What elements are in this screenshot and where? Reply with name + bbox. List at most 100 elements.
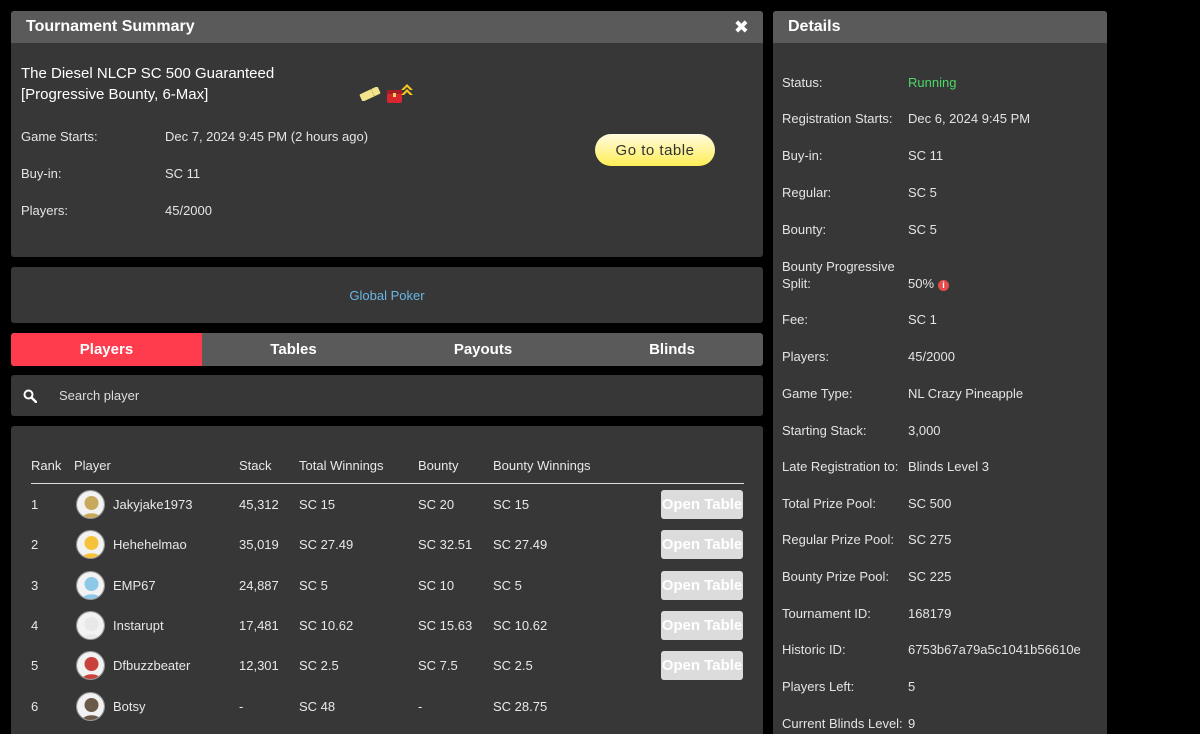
table-row: 4 Instarupt 17,481 SC 10.62 SC 15.63 SC 10.62… (31, 606, 744, 646)
players-value: 45/2000 (165, 203, 212, 218)
detail-value-text: 5 (908, 679, 916, 694)
game-starts-row: Game Starts: Dec 7, 2024 9:45 PM (2 hours… (21, 129, 368, 144)
header-bounty-winnings[interactable]: Bounty Winnings (493, 458, 591, 473)
detail-value: SC 275 (908, 531, 951, 548)
detail-label: Buy-in: (782, 148, 823, 163)
cell-total-winnings: SC 2.5 (299, 658, 339, 674)
buyin-row: Buy-in: SC 11 (21, 166, 200, 181)
open-table-button[interactable]: Open Table (661, 651, 743, 681)
cell-rank: 1 (31, 497, 39, 512)
table-row: 2 Hehehelmao 35,019 SC 27.49 SC 32.51 SC 27.4… (31, 525, 744, 565)
buyin-label: Buy-in: (21, 166, 62, 181)
provider-panel: Global Poker (11, 267, 763, 323)
cell-bounty: SC 20 (418, 497, 455, 512)
cell-total-winnings: SC 5 (299, 577, 328, 593)
open-table-button[interactable]: Open Table (661, 570, 743, 600)
cell-bounty: SC 15.63 (418, 617, 473, 633)
detail-value: SC 225 (908, 568, 951, 585)
summary-header: Tournament Summary ✖ (11, 11, 763, 43)
header-player[interactable]: Player (74, 458, 111, 473)
tournament-title-line2: [Progressive Bounty, 6-Max] (21, 86, 209, 103)
cell-bounty-winnings: SC 5 (493, 577, 522, 593)
open-table-button[interactable]: Open Table (661, 530, 743, 560)
cell-rank: 6 (31, 698, 39, 714)
detail-label: Total Prize Pool: (782, 496, 876, 511)
cell-total-winnings: SC 48 (299, 698, 336, 714)
detail-label: Registration Starts: (782, 111, 893, 126)
table-row: 3 EMP67 24,887 SC 5 SC 10 SC 5 Open Table (31, 566, 744, 606)
detail-label: Starting Stack: (782, 423, 867, 438)
detail-value: 6753b67a79a5c1041b56610e (908, 641, 1081, 658)
info-icon[interactable]: i (938, 280, 950, 291)
detail-value-text: 3,000 (908, 423, 941, 438)
detail-value: Blinds Level 3 (908, 458, 989, 475)
detail-label: Status: (782, 75, 823, 90)
cell-bounty: SC 7.5 (418, 658, 458, 674)
cell-stack: 12,301 (239, 658, 279, 674)
cell-rank: 3 (31, 577, 39, 593)
details-header: Details (773, 11, 1107, 43)
cell-bounty-winnings: SC 10.62 (493, 617, 548, 633)
game-starts-value: Dec 7, 2024 9:45 PM (2 hours ago) (165, 129, 369, 144)
cell-total-winnings: SC 27.49 (299, 537, 354, 553)
detail-label: Historic ID: (782, 642, 846, 657)
detail-value-text: NL Crazy Pineapple (908, 386, 1024, 401)
header-stack[interactable]: Stack (239, 458, 272, 473)
go-to-table-button[interactable]: Go to table (595, 134, 715, 166)
cell-bounty: SC 10 (418, 577, 455, 593)
tab-players[interactable]: Players (11, 333, 202, 366)
players-label: Players: (21, 203, 68, 218)
tab-blinds[interactable]: Blinds (581, 333, 763, 366)
cell-player: Jakyjake1973 (113, 497, 193, 512)
detail-label: Players: (782, 349, 829, 364)
cell-stack: 35,019 (239, 537, 279, 553)
detail-value-text: SC 11 (908, 148, 944, 163)
ticket-icon (359, 87, 381, 101)
tab-payouts[interactable]: Payouts (385, 333, 581, 366)
cell-rank: 2 (31, 537, 39, 553)
avatar (76, 651, 105, 681)
detail-value-text: 168179 (908, 606, 952, 621)
detail-value-text: 9 (908, 716, 916, 731)
detail-value: 3,000 (908, 422, 941, 439)
tournament-summary-panel: Tournament Summary ✖ The Diesel NLCP SC … (11, 11, 763, 257)
cell-total-winnings: SC 10.62 (299, 617, 354, 633)
details-header-title: Details (788, 18, 841, 35)
detail-value-text: Dec 6, 2024 9:45 PM (908, 111, 1031, 126)
open-table-button[interactable]: Open Table (661, 610, 743, 640)
table-row: 6 Botsy - SC 48 - SC 28.75 (31, 687, 744, 727)
detail-value: SC 1 (908, 311, 937, 328)
detail-value-text: SC 225 (908, 569, 952, 584)
tab-tables[interactable]: Tables (202, 333, 385, 366)
search-icon (23, 389, 37, 403)
players-row: Players: 45/2000 (21, 203, 212, 218)
detail-value: 50% i (908, 275, 950, 292)
detail-value-text: SC 5 (908, 222, 937, 237)
detail-value: SC 500 (908, 495, 951, 512)
detail-value: Dec 6, 2024 9:45 PM (908, 110, 1030, 127)
detail-value: Running (908, 74, 956, 91)
cell-total-winnings: SC 15 (299, 497, 336, 512)
cell-bounty-winnings: SC 15 (493, 497, 530, 512)
cell-rank: 4 (31, 617, 39, 633)
search-player-input[interactable] (59, 388, 659, 403)
cell-player: Hehehelmao (113, 537, 187, 553)
table-row: 5 Dfbuzzbeater 12,301 SC 2.5 SC 7.5 SC 2.5 Ope… (31, 646, 744, 686)
detail-value: 9 (908, 715, 915, 732)
progressive-bounty-icon (387, 84, 413, 103)
detail-value: 168179 (908, 605, 951, 622)
close-icon[interactable]: ✖ (734, 17, 749, 37)
detail-label: Bounty: (782, 222, 827, 237)
header-rank[interactable]: Rank (31, 458, 61, 473)
cell-bounty-winnings: SC 27.49 (493, 537, 548, 553)
detail-value: SC 5 (908, 221, 937, 238)
global-poker-link[interactable]: Global Poker (349, 288, 424, 303)
header-total-winnings[interactable]: Total Winnings (299, 458, 384, 473)
avatar (76, 570, 105, 600)
avatar (76, 691, 105, 721)
table-row: 1 Jakyjake1973 45,312 SC 15 SC 20 SC 15 Open T… (31, 485, 744, 525)
detail-label: Tournament ID: (782, 606, 871, 621)
open-table-button[interactable]: Open Table (661, 490, 743, 519)
header-bounty[interactable]: Bounty (418, 458, 458, 473)
detail-value-text: 45/2000 (908, 349, 955, 364)
